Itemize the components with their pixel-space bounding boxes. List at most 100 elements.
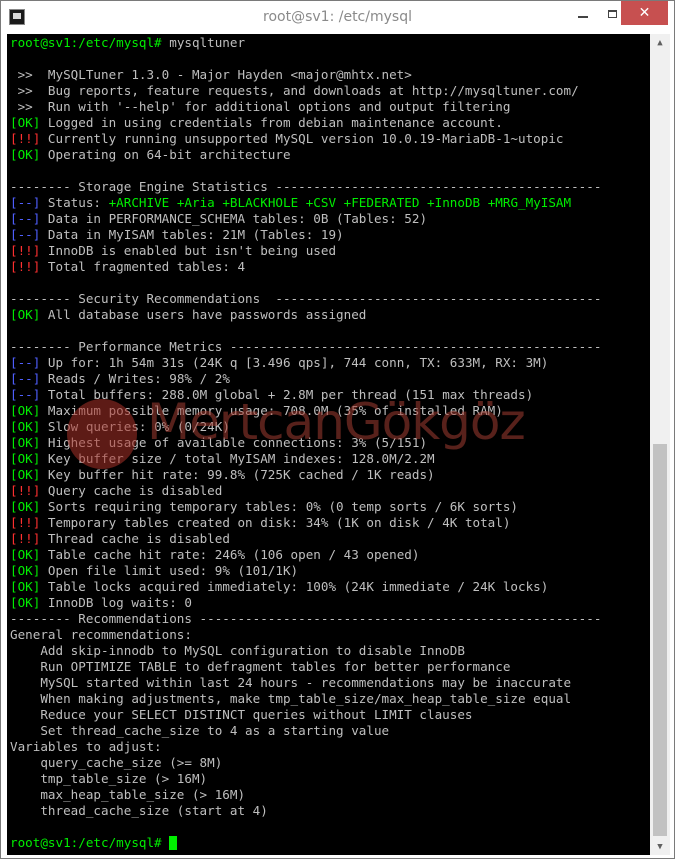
terminal-line: [OK] Logged in using credentials from de…: [10, 115, 601, 131]
terminal-line: [OK] InnoDB log waits: 0: [10, 595, 601, 611]
terminal-text: tmp_table_size (> 16M): [10, 771, 208, 786]
terminal-text: max_heap_table_size (> 16M): [10, 787, 246, 802]
terminal-line: General recommendations:: [10, 627, 601, 643]
scroll-up-icon[interactable]: ▲: [650, 34, 670, 51]
terminal-text: Temporary tables created on disk: 34% (1…: [40, 515, 511, 530]
status-ok-tag: [OK]: [10, 403, 41, 418]
terminal-text: MySQL started within last 24 hours - rec…: [10, 675, 572, 690]
terminal-line: >> Run with '--help' for additional opti…: [10, 99, 601, 115]
terminal-line: [OK] Operating on 64-bit architecture: [10, 147, 601, 163]
status-warning-tag: [!!]: [10, 515, 41, 530]
terminal-line: [OK] All database users have passwords a…: [10, 307, 601, 323]
terminal-text: query_cache_size (>= 8M): [10, 755, 223, 770]
terminal-text: When making adjustments, make tmp_table_…: [10, 691, 572, 706]
terminal-text: Table cache hit rate: 246% (106 open / 4…: [40, 547, 420, 562]
terminal-text: -------- Recommendations ---------------…: [10, 611, 602, 626]
status-warning-tag: [!!]: [10, 259, 41, 274]
terminal-text: Set thread_cache_size to 4 as a starting…: [10, 723, 390, 738]
status-ok-tag: [OK]: [10, 451, 41, 466]
terminal-line: Set thread_cache_size to 4 as a starting…: [10, 723, 601, 739]
terminal-output[interactable]: root@sv1:/etc/mysql# mysqltuner >> MySQL…: [7, 34, 650, 855]
terminal-line: -------- Security Recommendations ------…: [10, 291, 601, 307]
terminal-line: query_cache_size (>= 8M): [10, 755, 601, 771]
terminal-text: Currently running unsupported MySQL vers…: [40, 131, 564, 146]
terminal-text: Reads / Writes: 98% / 2%: [40, 371, 230, 386]
terminal-text: InnoDB log waits: 0: [40, 595, 192, 610]
terminal-line: Run OPTIMIZE TABLE to defragment tables …: [10, 659, 601, 675]
terminal-line: MySQL started within last 24 hours - rec…: [10, 675, 601, 691]
terminal-line: [--] Status: +ARCHIVE +Aria +BLACKHOLE +…: [10, 195, 601, 211]
status-ok-tag: [OK]: [10, 307, 41, 322]
terminal-text: >> Bug reports, feature requests, and do…: [10, 83, 579, 98]
status-info-tag: [--]: [10, 355, 41, 370]
status-ok-tag: [OK]: [10, 419, 41, 434]
terminal-text: Reduce your SELECT DISTINCT queries with…: [10, 707, 473, 722]
status-info-tag: [--]: [10, 371, 41, 386]
terminal-text: Up for: 1h 54m 31s (24K q [3.496 qps], 7…: [40, 355, 549, 370]
terminal-line: root@sv1:/etc/mysql# mysqltuner: [10, 35, 601, 51]
terminal-text: >> Run with '--help' for additional opti…: [10, 99, 511, 114]
terminal-text: Run OPTIMIZE TABLE to defragment tables …: [10, 659, 511, 674]
terminal-text: Status:: [40, 195, 109, 210]
terminal-line: [--] Reads / Writes: 98% / 2%: [10, 371, 601, 387]
terminal-window: root@sv1: /etc/mysql ✕ root@sv1:/etc/mys…: [0, 0, 675, 859]
terminal-line: Add skip-innodb to MySQL configuration t…: [10, 643, 601, 659]
terminal-text: Table locks acquired immediately: 100% (…: [40, 579, 549, 594]
minimize-icon: [578, 16, 588, 18]
terminal-text: Add skip-innodb to MySQL configuration t…: [10, 643, 465, 658]
terminal-line: [OK] Table cache hit rate: 246% (106 ope…: [10, 547, 601, 563]
terminal-text: InnoDB is enabled but isn't being used: [40, 243, 337, 258]
terminal-text: Data in MyISAM tables: 21M (Tables: 19): [40, 227, 344, 242]
terminal-text: Data in PERFORMANCE_SCHEMA tables: 0B (T…: [40, 211, 428, 226]
terminal-line: [OK] Table locks acquired immediately: 1…: [10, 579, 601, 595]
terminal-text: Operating on 64-bit architecture: [40, 147, 291, 162]
terminal-text: Logged in using credentials from debian …: [40, 115, 503, 130]
title-bar[interactable]: root@sv1: /etc/mysql ✕: [1, 1, 674, 34]
terminal-text: -------- Security Recommendations ------…: [10, 291, 602, 306]
status-ok-tag: [OK]: [10, 147, 41, 162]
cursor-block: [169, 836, 178, 850]
terminal-text: +ARCHIVE +Aria +BLACKHOLE +CSV +FEDERATE…: [108, 195, 572, 210]
watermark-logo-icon: [67, 399, 137, 469]
minimize-button[interactable]: [569, 1, 597, 27]
status-warning-tag: [!!]: [10, 243, 41, 258]
status-warning-tag: [!!]: [10, 531, 41, 546]
maximize-icon: [607, 10, 617, 18]
vertical-scrollbar[interactable]: ▲ ▼: [650, 34, 670, 855]
scrollbar-thumb[interactable]: [653, 444, 667, 836]
terminal-line: Variables to adjust:: [10, 739, 601, 755]
terminal-line: [!!] Temporary tables created on disk: 3…: [10, 515, 601, 531]
watermark: MertcanGökgöz: [67, 389, 650, 479]
terminal-line: [--] Data in MyISAM tables: 21M (Tables:…: [10, 227, 601, 243]
terminal-line: [!!] Total fragmented tables: 4: [10, 259, 601, 275]
terminal-line: -------- Storage Engine Statistics -----…: [10, 179, 601, 195]
terminal-line: [--] Up for: 1h 54m 31s (24K q [3.496 qp…: [10, 355, 601, 371]
terminal-line: [--] Data in PERFORMANCE_SCHEMA tables: …: [10, 211, 601, 227]
terminal-line: When making adjustments, make tmp_table_…: [10, 691, 601, 707]
terminal-line: root@sv1:/etc/mysql#: [10, 835, 601, 851]
terminal-text: thread_cache_size (start at 4): [10, 803, 268, 818]
terminal-text: mysqltuner: [169, 35, 246, 50]
terminal-line: -------- Recommendations ---------------…: [10, 611, 601, 627]
terminal-line: tmp_table_size (> 16M): [10, 771, 601, 787]
status-ok-tag: [OK]: [10, 435, 41, 450]
terminal-line: -------- Performance Metrics -----------…: [10, 339, 601, 355]
status-info-tag: [--]: [10, 195, 41, 210]
terminal-text: Variables to adjust:: [10, 739, 162, 754]
terminal-text: -------- Performance Metrics -----------…: [10, 339, 602, 354]
terminal-text: Query cache is disabled: [40, 483, 223, 498]
status-ok-tag: [OK]: [10, 499, 41, 514]
close-button[interactable]: ✕: [621, 1, 668, 25]
terminal-text: All database users have passwords assign…: [40, 307, 367, 322]
status-ok-tag: [OK]: [10, 579, 41, 594]
scroll-down-icon[interactable]: ▼: [650, 838, 670, 855]
terminal-line: [!!] Thread cache is disabled: [10, 531, 601, 547]
status-info-tag: [--]: [10, 211, 41, 226]
terminal-text: -------- Storage Engine Statistics -----…: [10, 179, 602, 194]
terminal-line: [!!] InnoDB is enabled but isn't being u…: [10, 243, 601, 259]
terminal-line: thread_cache_size (start at 4): [10, 803, 601, 819]
terminal-text: Total fragmented tables: 4: [40, 259, 246, 274]
